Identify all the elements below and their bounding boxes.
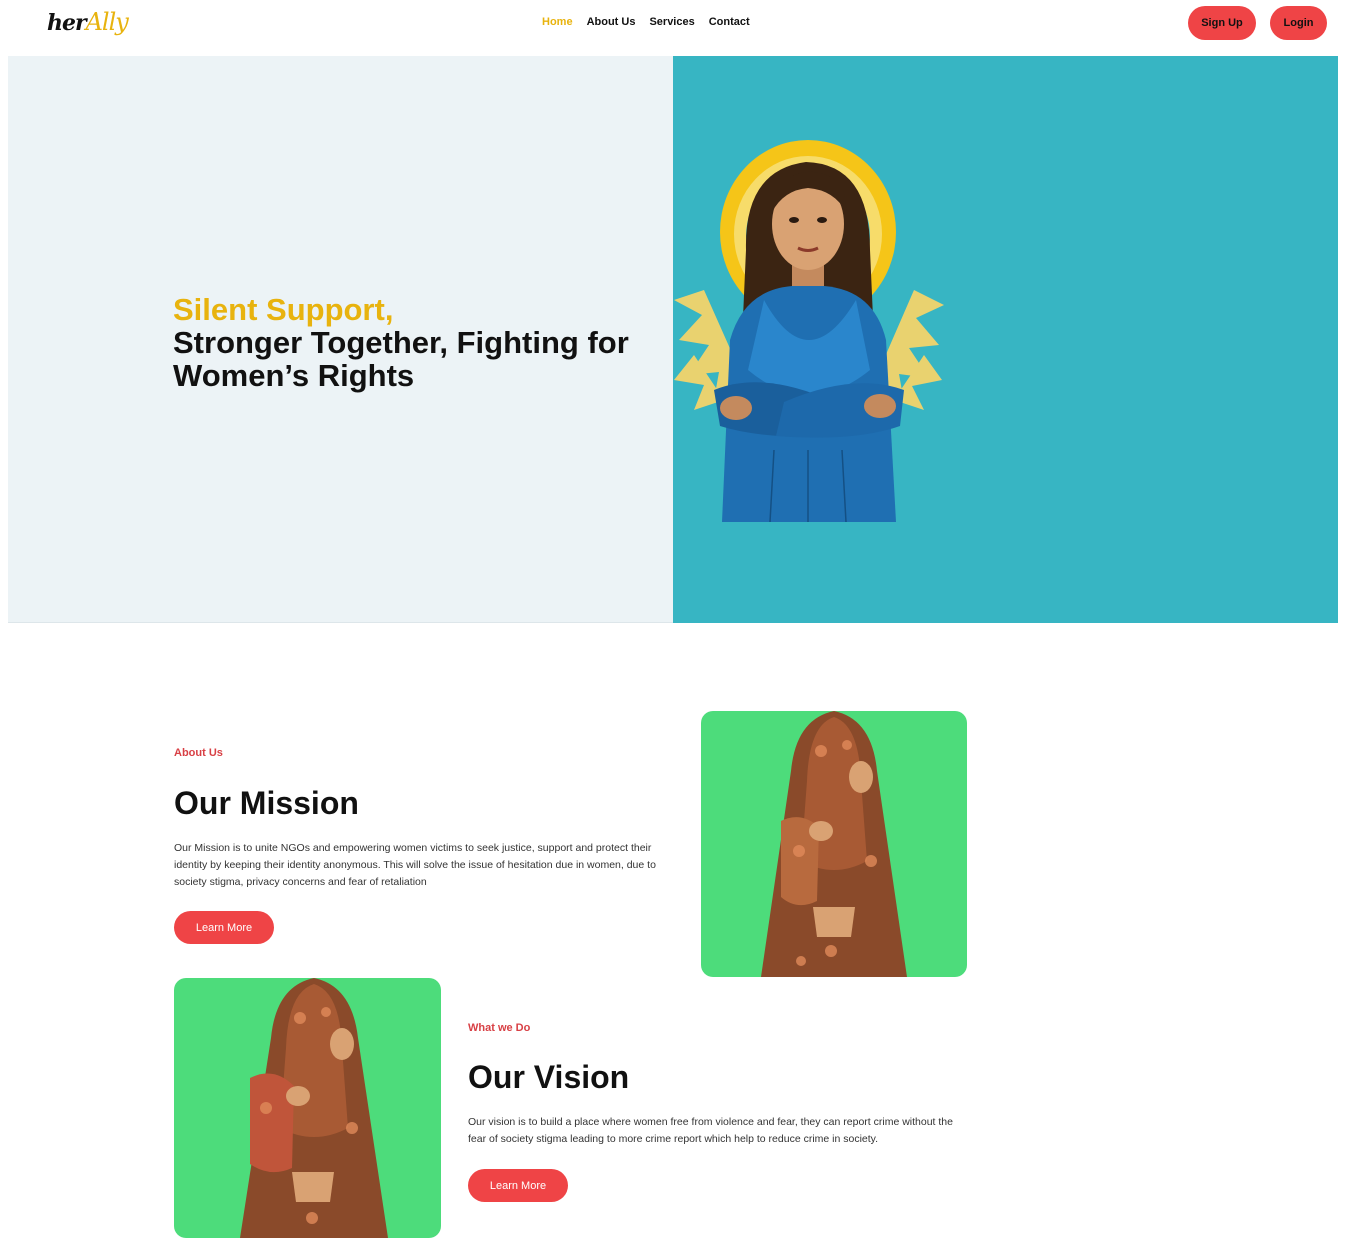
login-button[interactable]: Login (1270, 6, 1327, 40)
brand-logo[interactable]: herAlly (47, 8, 129, 36)
vision-body: Our vision is to build a place where wom… (468, 1116, 953, 1145)
mission-body: Our Mission is to unite NGOs and empower… (174, 842, 656, 888)
vision-section-label: What we Do (468, 1022, 531, 1034)
mission-image-card (701, 711, 967, 977)
main-menu: Home About Us Services Contact (542, 16, 750, 28)
nav-contact-link[interactable]: Contact (709, 16, 750, 28)
mission-learn-more-button[interactable]: Learn More (174, 911, 274, 944)
hero-title: Stronger Together, Fighting for Women’s … (173, 325, 629, 393)
nav-about-link[interactable]: About Us (587, 16, 636, 28)
nav-services-link[interactable]: Services (649, 16, 694, 28)
hero-highlight: Silent Support, (173, 292, 394, 327)
logo-text-ally: Ally (85, 8, 129, 36)
vision-learn-more-button[interactable]: Learn More (468, 1169, 568, 1202)
mission-title: Our Mission (174, 785, 359, 821)
veiled-woman-illustration-2 (240, 978, 388, 1238)
sign-up-button[interactable]: Sign Up (1188, 6, 1256, 40)
top-navbar: herAlly Home About Us Services Contact S… (0, 0, 1346, 48)
nav-home-link[interactable]: Home (542, 16, 573, 28)
hero-woman-illustration (674, 140, 944, 522)
vision-image-card (174, 978, 441, 1238)
hero-headline: Silent Support, Stronger Together, Fight… (173, 293, 673, 392)
logo-text-her: her (47, 10, 87, 36)
vision-title: Our Vision (468, 1059, 630, 1095)
veiled-woman-illustration (761, 711, 907, 977)
about-section-label: About Us (174, 747, 223, 759)
